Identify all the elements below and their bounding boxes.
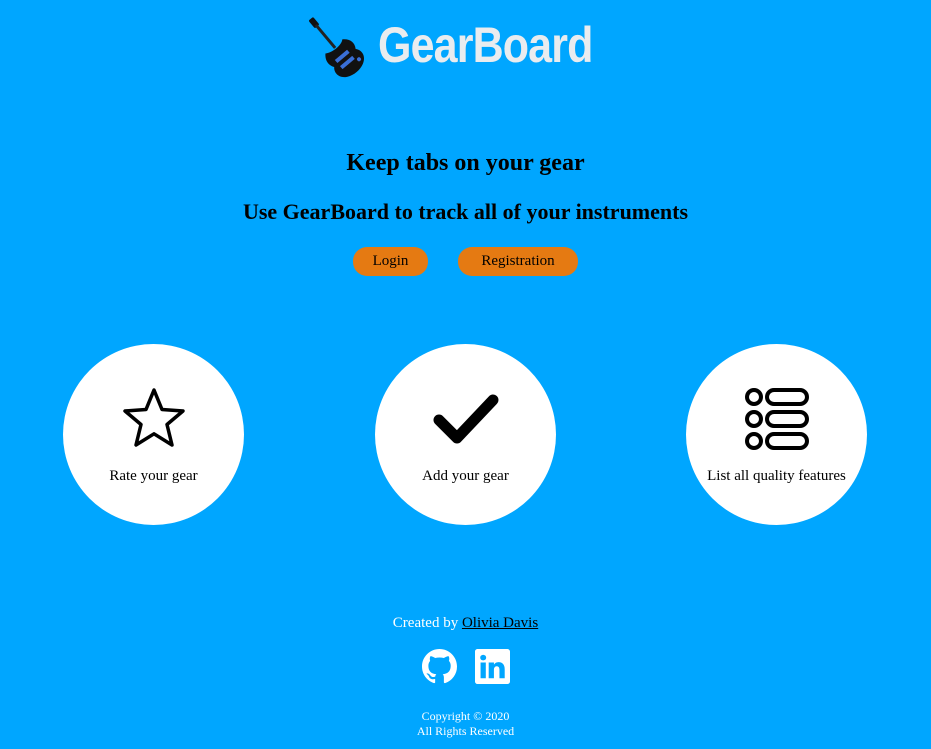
author-link[interactable]: Olivia Davis — [462, 615, 538, 631]
auth-buttons: Login Registration — [0, 247, 931, 276]
registration-button[interactable]: Registration — [458, 247, 578, 276]
login-button[interactable]: Login — [353, 247, 428, 276]
social-links — [0, 649, 931, 684]
credit-prefix: Created by — [392, 615, 459, 631]
checkmark-icon — [433, 394, 498, 444]
copyright: Copyright © 2020 All Rights Reserved — [0, 709, 931, 739]
copyright-text: Copyright © 2020 — [421, 709, 510, 723]
linkedin-icon[interactable] — [474, 649, 510, 684]
feature-card-add: Add your gear — [375, 344, 556, 525]
rights-text: All Rights Reserved — [416, 724, 515, 738]
list-icon — [744, 388, 809, 450]
feature-label: Add your gear — [422, 468, 509, 484]
star-icon — [122, 388, 185, 447]
feature-label: Rate your gear — [109, 468, 198, 484]
footer-credit: Created by Olivia Davis — [0, 615, 931, 632]
feature-card-list: List all quality features — [686, 344, 867, 525]
hero-headline: Keep tabs on your gear — [346, 150, 585, 176]
feature-label: List all quality features — [707, 468, 846, 484]
electric-guitar-icon — [309, 17, 365, 78]
github-icon[interactable] — [421, 649, 457, 684]
hero-subheadline: Use GearBoard to track all of your instr… — [242, 199, 689, 224]
site-logo[interactable]: GearBoard — [298, 10, 627, 80]
feature-card-rate: Rate your gear — [63, 344, 244, 525]
brand-name: GearBoard — [378, 17, 593, 73]
